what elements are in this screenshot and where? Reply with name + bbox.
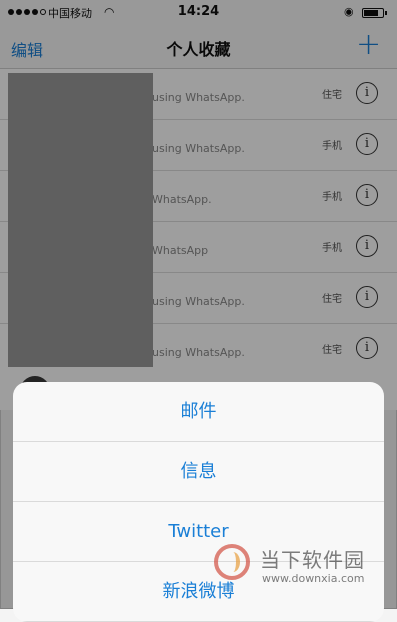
share-mail-button[interactable]: 邮件 bbox=[13, 382, 384, 442]
watermark-logo-icon bbox=[214, 544, 250, 580]
watermark: 当下软件园 www.downxia.com bbox=[210, 542, 385, 594]
watermark-url: www.downxia.com bbox=[262, 572, 365, 585]
share-message-button[interactable]: 信息 bbox=[13, 442, 384, 502]
watermark-name: 当下软件园 bbox=[260, 548, 365, 572]
